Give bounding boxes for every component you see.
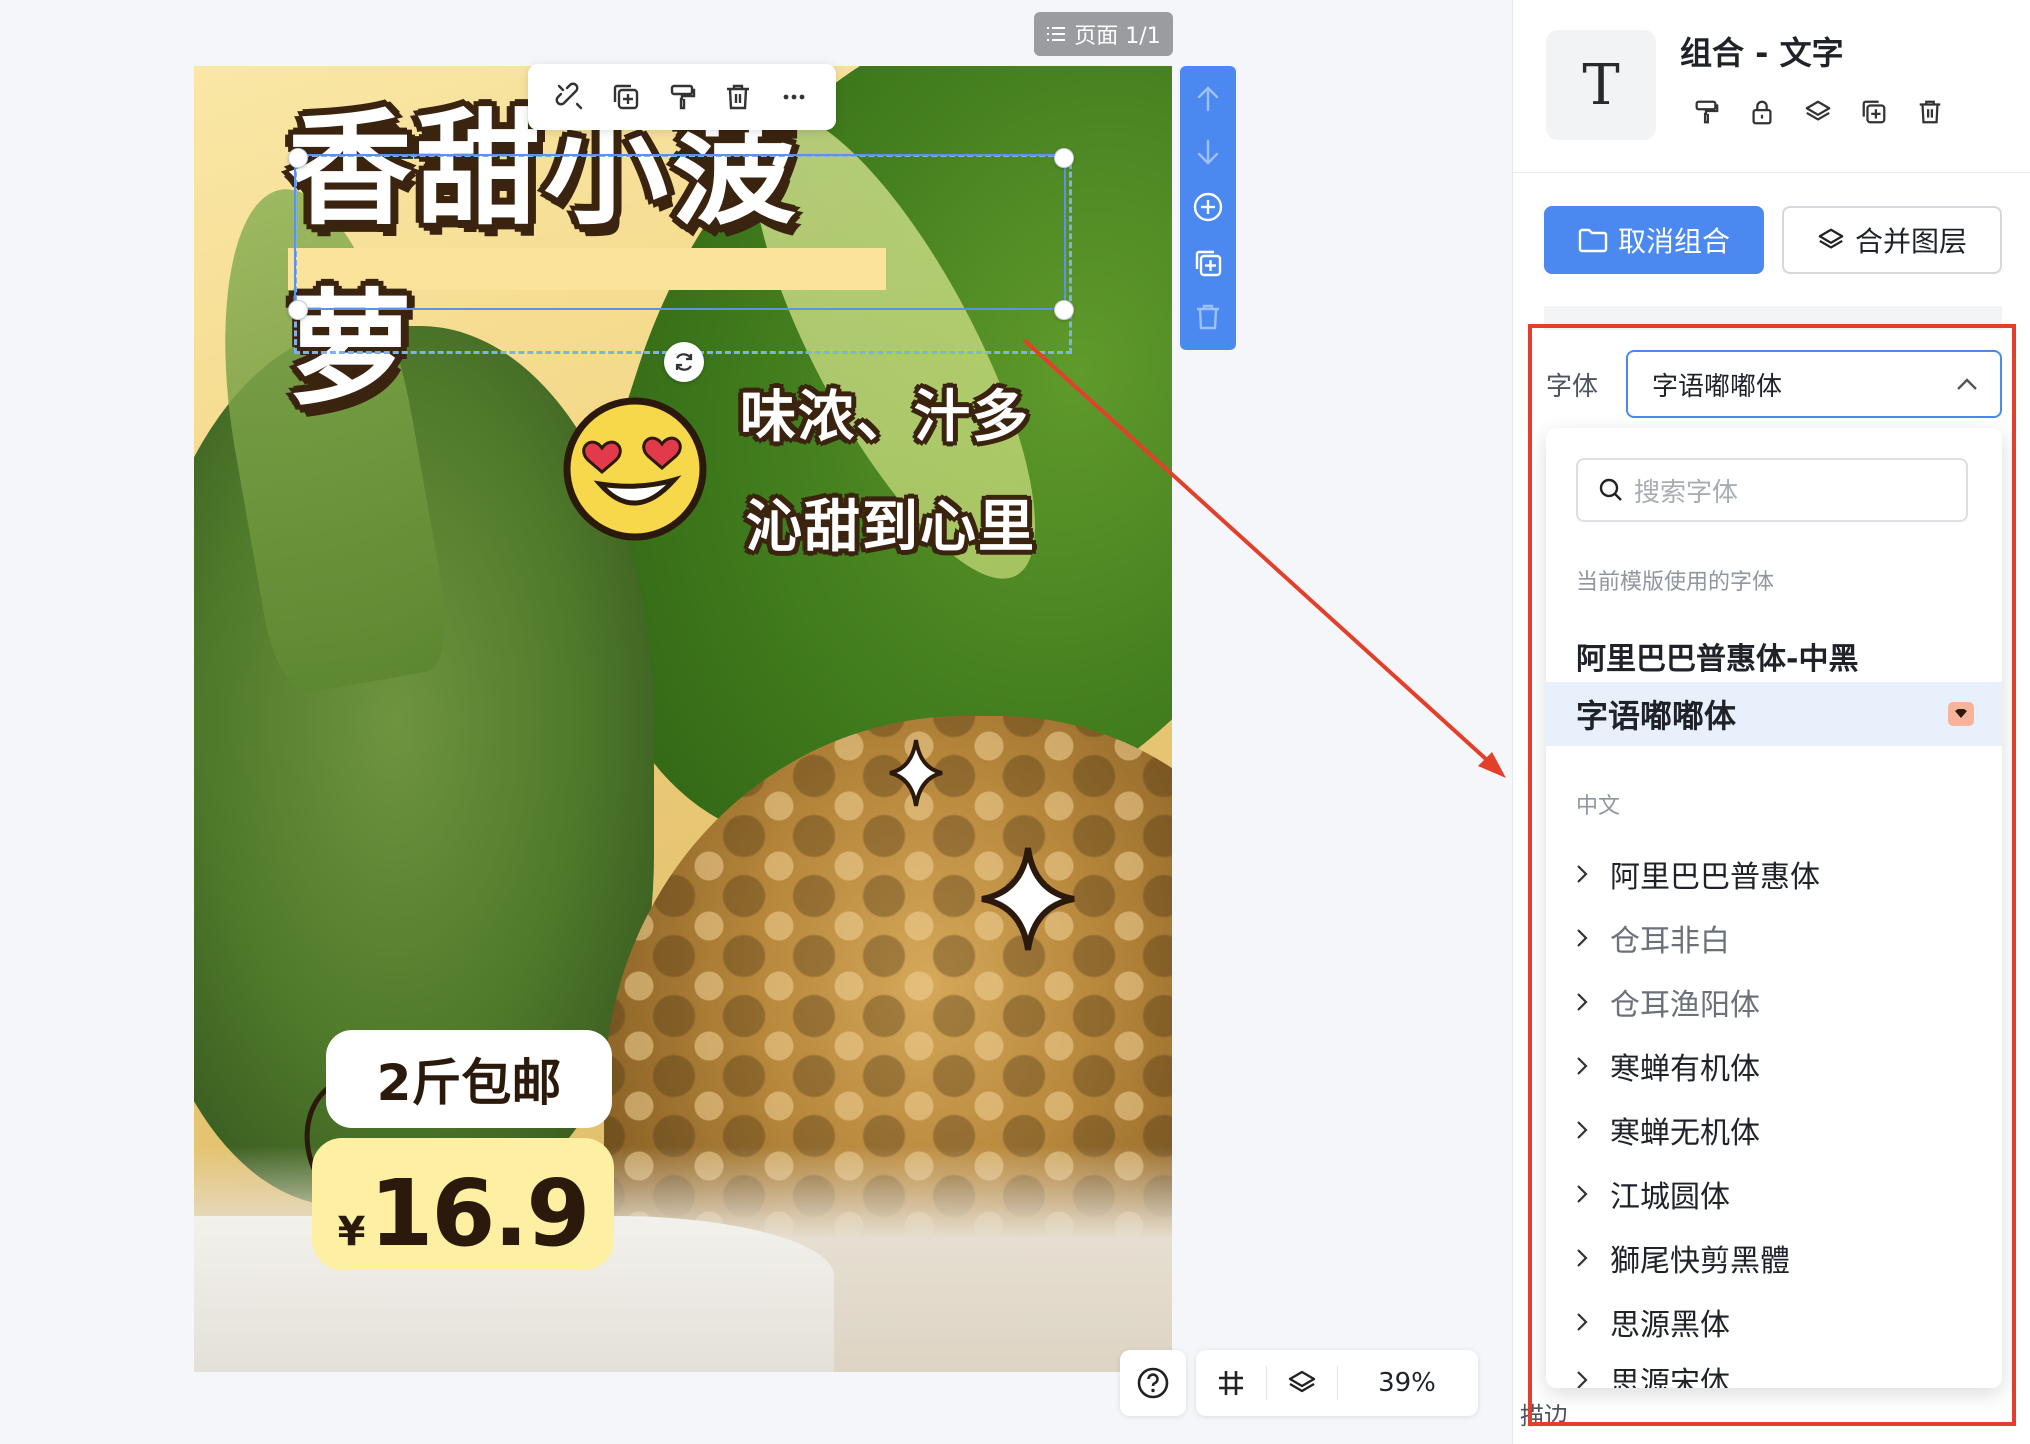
add-icon[interactable] [1192,191,1224,223]
ungroup-label: 取消组合 [1617,225,1730,258]
resize-handle-bottom-left[interactable] [288,300,308,320]
text-thumbnail: T [1546,30,1656,140]
more-icon[interactable] [776,79,812,115]
delete-icon[interactable] [1914,96,1946,128]
price-tag[interactable]: ¥ 16.9 [312,1138,614,1270]
grid-button[interactable] [1196,1350,1266,1416]
page-indicator-label: 页面 1/1 [1074,24,1161,49]
panel-title: 组合 - 文字 [1680,34,1844,72]
layers-icon[interactable] [1802,96,1834,128]
annotation-highlight-box [1528,324,2016,1426]
merge-label: 合并图层 [1854,225,1967,258]
resize-handle-top-left[interactable] [288,148,308,168]
canvas-controls: 39% [1196,1350,1478,1416]
help-button[interactable] [1120,1350,1186,1416]
resize-handle-top-right[interactable] [1054,148,1074,168]
sparkle-large-icon [978,844,1078,954]
merge-layers-button[interactable]: 合并图层 [1782,206,2002,274]
price-value: 16.9 [369,1160,590,1267]
page-indicator[interactable]: 页面 1/1 [1034,12,1173,56]
copy-icon[interactable] [1192,247,1224,279]
text-selection-box [294,154,1066,310]
list-icon [1046,25,1066,43]
lock-icon[interactable] [1746,96,1778,128]
layers-icon [1817,226,1845,254]
element-toolbar [528,64,836,130]
help-icon [1137,1367,1169,1399]
subtitle-line-1[interactable]: 味浓、汁多 [740,372,1030,453]
resize-handle-bottom-right[interactable] [1054,300,1074,320]
layer-toolbar [1180,66,1236,350]
format-painter-icon[interactable] [1690,96,1722,128]
subtitle-line-2[interactable]: 沁甜到心里 [746,482,1036,563]
heart-eyes-emoji-icon[interactable] [562,396,708,542]
move-up-icon[interactable] [1193,84,1223,114]
grid-icon [1219,1371,1243,1395]
format-painter-icon[interactable] [664,79,700,115]
layers-icon [1288,1370,1316,1393]
ungroup-button[interactable]: 取消组合 [1544,206,1764,274]
unlink-icon[interactable] [552,79,588,115]
delete-icon[interactable] [720,79,756,115]
folder-icon [1578,227,1608,253]
shipping-tag[interactable]: 2斤包邮 [326,1030,612,1128]
sparkle-small-icon [888,738,944,808]
panel-divider [1512,172,2030,173]
zoom-level[interactable]: 39% [1338,1350,1476,1416]
duplicate-icon[interactable] [1858,96,1890,128]
panel-actions [1690,96,1946,128]
rotate-icon [675,353,693,371]
rotate-handle[interactable] [664,342,704,382]
move-down-icon[interactable] [1193,137,1223,167]
price-currency: ¥ [337,1209,366,1255]
layers-button[interactable] [1267,1350,1337,1416]
trash-icon[interactable] [1193,302,1223,332]
duplicate-icon[interactable] [608,79,644,115]
